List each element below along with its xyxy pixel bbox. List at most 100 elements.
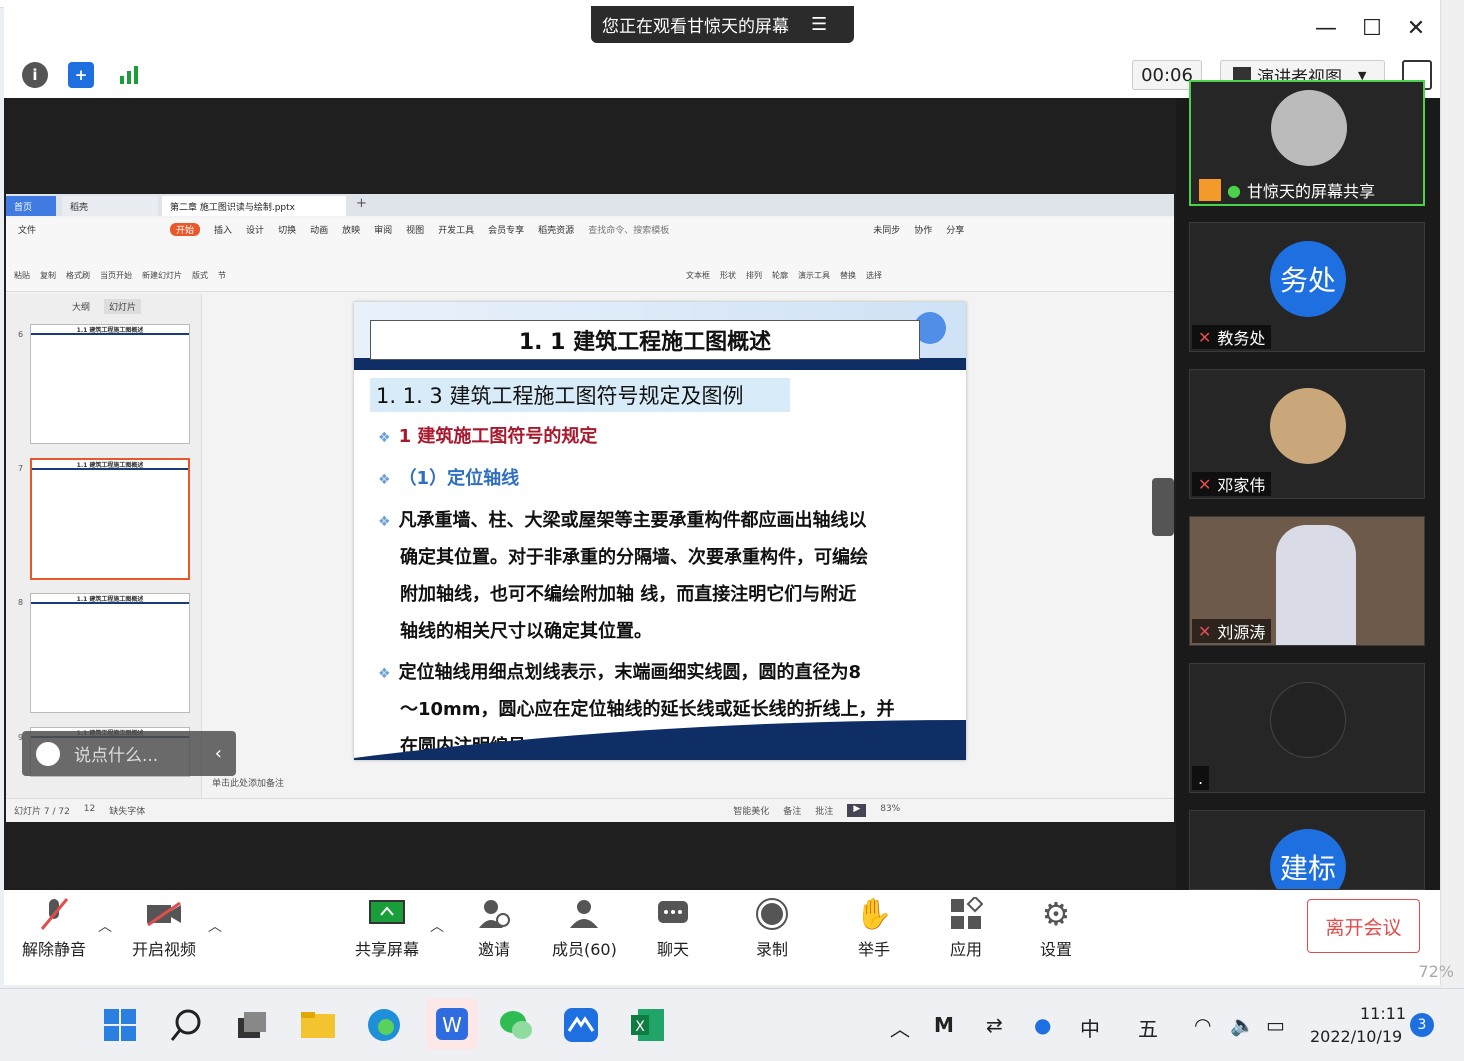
- tab-outline[interactable]: 大纲: [72, 300, 90, 313]
- clock-time[interactable]: 11:11: [1360, 1004, 1406, 1023]
- clock-date[interactable]: 2022/10/19: [1310, 1027, 1402, 1046]
- menu-view[interactable]: 视图: [406, 223, 424, 236]
- zoom-level[interactable]: 83%: [880, 804, 900, 817]
- invite-button[interactable]: 邀请: [476, 896, 512, 960]
- tab-document[interactable]: 第二章 施工图识读与绘制.pptx: [162, 196, 346, 216]
- ribbon-format-painter[interactable]: 格式刷: [66, 270, 90, 281]
- info-icon[interactable]: i: [22, 62, 48, 88]
- slide-thumbnail[interactable]: 1.1 建筑工程施工图概述: [30, 593, 190, 713]
- share-screen-button[interactable]: 共享屏幕: [355, 896, 419, 960]
- menu-home[interactable]: 开始: [170, 223, 201, 236]
- tab-docer[interactable]: 稻壳: [62, 196, 158, 216]
- minimize-icon[interactable]: —: [1312, 14, 1340, 42]
- edge-icon[interactable]: [364, 1005, 404, 1045]
- ribbon-textbox[interactable]: 文本框: [686, 270, 710, 281]
- tab-slides[interactable]: 幻灯片: [104, 299, 142, 314]
- participants-button[interactable]: 成员(60): [552, 896, 617, 960]
- ime-mode[interactable]: 五: [1138, 1013, 1158, 1042]
- wps-icon[interactable]: W: [426, 998, 478, 1050]
- apps-button[interactable]: 应用: [948, 896, 984, 960]
- menu-unsynced[interactable]: 未同步: [873, 223, 900, 236]
- shield-icon[interactable]: +: [68, 62, 94, 88]
- ribbon-presenter-tools[interactable]: 演示工具: [798, 270, 830, 281]
- record-button[interactable]: 录制: [754, 896, 790, 960]
- menu-slideshow[interactable]: 放映: [342, 223, 360, 236]
- signal-icon[interactable]: [116, 62, 142, 88]
- start-video-button[interactable]: 开启视频: [132, 896, 196, 960]
- chat-button[interactable]: 聊天: [655, 896, 691, 960]
- participant-tile[interactable]: ✕ 邓家伟: [1189, 369, 1425, 499]
- ribbon-shape[interactable]: 形状: [720, 270, 736, 281]
- participant-tile[interactable]: ✕ 刘源涛: [1189, 516, 1425, 646]
- collapse-panel-handle[interactable]: [1152, 478, 1174, 536]
- maximize-icon[interactable]: ☐: [1358, 14, 1386, 42]
- ribbon-new-slide[interactable]: 新建幻灯片: [142, 270, 182, 281]
- microphone-icon[interactable]: ●: [1034, 1013, 1051, 1037]
- chevron-left-icon[interactable]: ‹: [215, 743, 222, 764]
- unmute-button[interactable]: 解除静音: [22, 896, 86, 960]
- ribbon-copy[interactable]: 复制: [40, 270, 56, 281]
- menu-animation[interactable]: 动画: [310, 223, 328, 236]
- tencent-meeting-icon[interactable]: [561, 1005, 601, 1045]
- chat-overlay[interactable]: 说点什么... ‹: [22, 731, 236, 776]
- wifi-icon[interactable]: ◠: [1194, 1013, 1211, 1037]
- ribbon-section[interactable]: 节: [218, 270, 226, 281]
- ribbon-select[interactable]: 选择: [866, 270, 882, 281]
- ribbon-outline[interactable]: 轮廓: [772, 270, 788, 281]
- share-banner[interactable]: 您正在观看甘惊天的屏幕 ☰: [591, 6, 854, 43]
- menu-member[interactable]: 会员专享: [488, 223, 524, 236]
- tray-app-icon[interactable]: M: [934, 1013, 954, 1037]
- menu-developer[interactable]: 开发工具: [438, 223, 474, 236]
- chat-placeholder[interactable]: 说点什么...: [74, 741, 158, 766]
- comments-toggle[interactable]: 批注: [815, 804, 833, 817]
- chevron-up-icon[interactable]: ︿: [98, 916, 112, 936]
- menu-icon[interactable]: ☰: [811, 14, 827, 35]
- search-icon[interactable]: [167, 1005, 207, 1045]
- tab-home[interactable]: 首页: [6, 196, 56, 216]
- menu-share[interactable]: 分享: [946, 223, 964, 236]
- chevron-up-icon[interactable]: ︿: [208, 916, 222, 936]
- smart-beautify[interactable]: 智能美化: [733, 804, 769, 817]
- menu-insert[interactable]: 插入: [214, 223, 232, 236]
- ribbon-layout[interactable]: 版式: [192, 270, 208, 281]
- leave-meeting-button[interactable]: 离开会议: [1307, 899, 1420, 953]
- missing-font[interactable]: 缺失字体: [109, 804, 145, 817]
- participant-tile[interactable]: ● 甘惊天的屏幕共享: [1189, 80, 1425, 206]
- notes-placeholder[interactable]: 单击此处添加备注: [212, 779, 284, 789]
- slide-thumbnail-selected[interactable]: 1.1 建筑工程施工图概述: [30, 458, 190, 580]
- raise-hand-button[interactable]: ✋ 举手: [855, 896, 892, 960]
- ribbon-arrange[interactable]: 排列: [746, 270, 762, 281]
- menu-collaborate[interactable]: 协作: [914, 223, 932, 236]
- start-icon[interactable]: [100, 1005, 140, 1045]
- menu-search[interactable]: 查找命令、搜索模板: [588, 223, 669, 236]
- file-explorer-icon[interactable]: [298, 1005, 338, 1045]
- notes-bar[interactable]: 单击此处添加备注: [206, 776, 1166, 794]
- new-tab-icon[interactable]: +: [356, 196, 367, 211]
- task-view-icon[interactable]: [232, 1005, 272, 1045]
- battery-icon[interactable]: ▭: [1266, 1013, 1285, 1037]
- ribbon-from-current[interactable]: 当页开始: [100, 270, 132, 281]
- menu-transition[interactable]: 切换: [278, 223, 296, 236]
- close-icon[interactable]: ✕: [1402, 14, 1430, 42]
- emoji-icon[interactable]: [36, 741, 60, 766]
- play-button[interactable]: ▶: [847, 804, 867, 817]
- excel-icon[interactable]: X: [628, 1005, 668, 1045]
- participant-tile[interactable]: .: [1189, 663, 1425, 793]
- notification-badge[interactable]: 3: [1410, 1013, 1434, 1037]
- participant-tile[interactable]: 建标: [1189, 810, 1425, 890]
- menu-file[interactable]: 文件: [18, 223, 36, 236]
- ribbon-replace[interactable]: 替换: [840, 270, 856, 281]
- slide-canvas[interactable]: 1. 1 建筑工程施工图概述 1. 1. 3 建筑工程施工图符号规定及图例 ❖ 1…: [354, 302, 966, 760]
- ime-language[interactable]: 中: [1080, 1013, 1100, 1042]
- chevron-up-icon[interactable]: ︿: [890, 1013, 910, 1042]
- menu-resources[interactable]: 稻壳资源: [538, 223, 574, 236]
- menu-review[interactable]: 审阅: [374, 223, 392, 236]
- ribbon-paste[interactable]: 粘贴: [14, 270, 30, 281]
- menu-design[interactable]: 设计: [246, 223, 264, 236]
- wechat-icon[interactable]: [496, 1005, 536, 1045]
- participant-tile[interactable]: 务处 ✕ 教务处: [1189, 222, 1425, 352]
- background-scrollbar[interactable]: [1440, 0, 1464, 985]
- volume-icon[interactable]: 🔈: [1230, 1013, 1255, 1037]
- slide-thumbnail[interactable]: 1.1 建筑工程施工图概述: [30, 324, 190, 444]
- chevron-up-icon[interactable]: ︿: [430, 916, 444, 936]
